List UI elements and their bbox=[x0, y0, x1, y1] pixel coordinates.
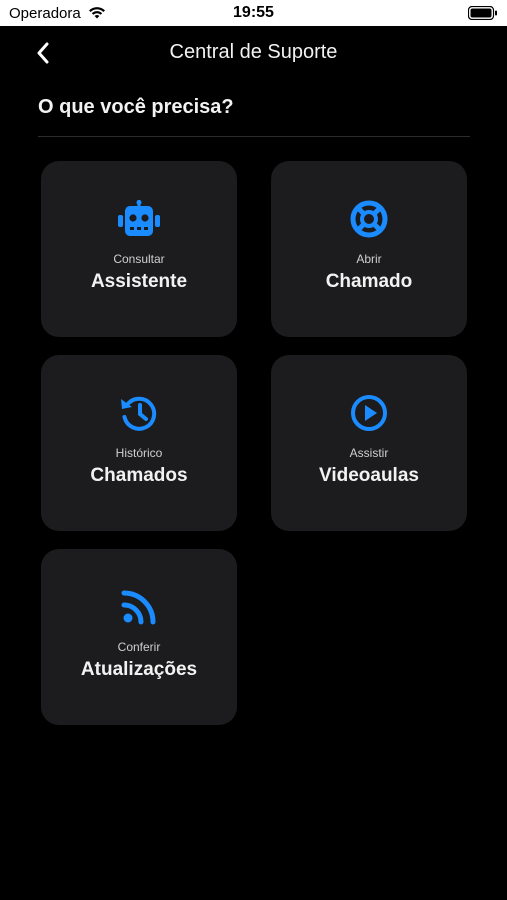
assistant-card[interactable]: Consultar Assistente bbox=[41, 161, 237, 337]
video-lessons-card[interactable]: Assistir Videoaulas bbox=[271, 355, 467, 531]
card-title: Videoaulas bbox=[319, 465, 419, 486]
card-title: Assistente bbox=[90, 271, 188, 292]
card-subtitle: Histórico bbox=[115, 446, 163, 460]
divider bbox=[38, 136, 470, 137]
page-title: Central de Suporte bbox=[169, 41, 338, 63]
history-icon bbox=[121, 396, 157, 431]
life-ring-icon bbox=[350, 200, 388, 238]
rss-icon bbox=[121, 590, 156, 625]
card-title: Chamado bbox=[325, 271, 413, 292]
card-title: Chamados bbox=[90, 465, 188, 486]
card-subtitle: Conferir bbox=[117, 640, 161, 654]
open-ticket-card[interactable]: Abrir Chamado bbox=[271, 161, 467, 337]
card-subtitle: Assistir bbox=[349, 446, 389, 460]
navigation-bar: Central de Suporte bbox=[0, 26, 507, 82]
battery-icon bbox=[468, 6, 497, 20]
robot-icon bbox=[118, 200, 160, 236]
clock: 19:55 bbox=[233, 4, 274, 21]
status-bar: Operadora 19:55 bbox=[0, 0, 507, 26]
card-title: Atualizações bbox=[80, 659, 198, 680]
updates-card[interactable]: Conferir Atualizações bbox=[41, 549, 237, 725]
card-subtitle: Consultar bbox=[113, 252, 165, 266]
card-subtitle: Abrir bbox=[356, 252, 382, 266]
play-circle-icon bbox=[351, 395, 387, 431]
ticket-history-card[interactable]: Histórico Chamados bbox=[41, 355, 237, 531]
section-heading: O que você precisa? bbox=[38, 96, 234, 118]
